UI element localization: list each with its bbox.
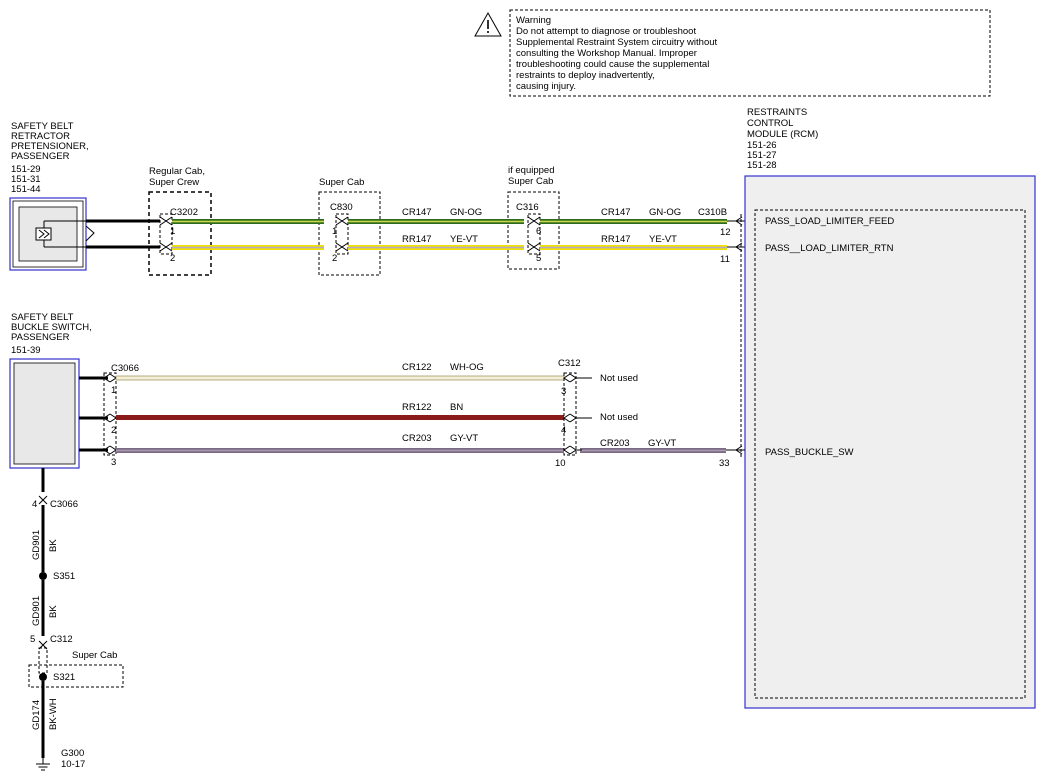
- connector-c830: Super Cab C830 1 2: [318, 177, 381, 276]
- wire-cr122-circuit: CR122: [402, 362, 432, 373]
- c310b-pin-11: 11: [720, 254, 730, 265]
- c830-note: Super Cab: [319, 177, 364, 188]
- squib-icon: [35, 227, 52, 241]
- buckle-switch-component: [9, 358, 80, 469]
- warning-line-4: consulting the Workshop Manual. Improper: [516, 48, 697, 59]
- wire-cr147-color-a: GN-OG: [450, 207, 482, 218]
- c316-note-2: Super Cab: [508, 176, 553, 187]
- c3202-note-1: Regular Cab,: [149, 166, 205, 177]
- wire-rr147-color-a: YE-VT: [450, 234, 478, 245]
- wire-cr122: CR122 WH-OG: [115, 362, 565, 381]
- wire-cr122-color: WH-OG: [450, 362, 484, 373]
- c310b-pin-12: 12: [720, 227, 731, 238]
- c316-pin-6: 6: [536, 226, 541, 237]
- rcm-name-1: RESTRAINTS: [747, 107, 807, 118]
- c3202-pin-2: 2: [170, 253, 175, 264]
- c830-label: C830: [330, 202, 353, 213]
- not-used-label-1: Not used: [600, 373, 638, 384]
- rcm-pin-33: 33: [719, 458, 730, 469]
- rcm-module: PASS_LOAD_LIMITER_FEED PASS__LOAD_LIMITE…: [744, 175, 1036, 709]
- c312-label: C312: [558, 358, 581, 369]
- c316-pin-5: 5: [536, 253, 541, 264]
- rcm-signal-load-limiter-feed: PASS_LOAD_LIMITER_FEED: [765, 216, 894, 227]
- warning-notice: Warning Do not attempt to diagnose or tr…: [474, 9, 991, 97]
- wire-gd901-circuit-a: GD901: [31, 530, 42, 560]
- splice-s321-label: S321: [53, 672, 75, 683]
- wire-rr147-circuit-a: RR147: [402, 234, 432, 245]
- c3202-note-2: Super Crew: [149, 177, 199, 188]
- connector-c316: if equipped Super Cab C316 6 5: [507, 165, 560, 270]
- splice-s351-label: S351: [53, 571, 75, 582]
- wire-cr203-circuit-a: CR203: [402, 433, 432, 444]
- ground-ref: 10-17: [61, 759, 85, 770]
- c316-note-1: if equipped: [508, 165, 554, 176]
- warning-line-1: Warning: [516, 15, 551, 26]
- wire-cr147-color-b: GN-OG: [649, 207, 681, 218]
- c3202-pin-1: 1: [170, 226, 175, 237]
- wire-gd901-color-b: BK: [48, 605, 59, 618]
- rcm-ref-3: 151-28: [747, 160, 777, 171]
- c3066-pin-3: 3: [111, 457, 116, 468]
- c312-ground-label: C312: [50, 634, 73, 645]
- wire-cr147: CR147 GN-OG CR147 GN-OG: [172, 207, 727, 224]
- c310b-label: C310B: [698, 207, 727, 218]
- c3066-label: C3066: [111, 363, 139, 374]
- wire-rr122-color: BN: [450, 402, 463, 413]
- wire-cr203-color-b: GY-VT: [648, 438, 676, 449]
- buckle-switch-label: SAFETY BELT BUCKLE SWITCH, PASSENGER 151…: [11, 312, 92, 356]
- c3066-pin-1: 1: [111, 385, 116, 396]
- retractor-name-4: PASSENGER: [11, 151, 70, 162]
- warning-line-3: Supplemental Restraint System circuitry …: [516, 37, 718, 48]
- splice-s321-dot: [39, 673, 47, 681]
- ground-circuit: 4 C3066 GD901 BK S351 GD901 BK 5 C312 Su…: [28, 468, 124, 771]
- splice-s321-note: Super Cab: [72, 650, 117, 661]
- warning-line-5: troubleshooting could cause the suppleme…: [516, 59, 709, 70]
- c3066-ground-label: C3066: [50, 499, 78, 510]
- wire-cr147-circuit-a: CR147: [402, 207, 432, 218]
- retractor-ref-3: 151-44: [11, 184, 41, 195]
- wire-cr147-circuit-b: CR147: [601, 207, 631, 218]
- wire-gd174-circuit: GD174: [31, 700, 42, 730]
- rcm-label: RESTRAINTS CONTROL MODULE (RCM) 151-26 1…: [747, 107, 818, 171]
- wire-rr147-color-b: YE-VT: [649, 234, 677, 245]
- c312-pin-3: 3: [561, 386, 566, 397]
- wire-rr122: RR122 BN: [116, 402, 564, 420]
- retractor-pretensioner-component: [9, 197, 95, 271]
- c3066-pin-2: 2: [111, 425, 116, 436]
- c3202-label: C3202: [170, 207, 198, 218]
- retractor-pretensioner-label: SAFETY BELT RETRACTOR PRETENSIONER, PASS…: [11, 121, 89, 195]
- wire-gd174-color: BK-WH: [48, 698, 59, 730]
- wire-cr203-circuit-b: CR203: [600, 438, 630, 449]
- wire-rr122-circuit: RR122: [402, 402, 432, 413]
- warning-line-6: restraints to deploy inadvertently,: [516, 70, 655, 81]
- wire-gd901-color-a: BK: [48, 539, 59, 552]
- c830-pin-2: 2: [332, 253, 337, 264]
- ground-symbol-icon: [36, 758, 50, 771]
- not-used-label-2: Not used: [600, 412, 638, 423]
- connector-c310b: C310B 12 11: [698, 207, 745, 458]
- c830-pin-1: 1: [332, 226, 337, 237]
- wire-cr203-color-a: GY-VT: [450, 433, 478, 444]
- warning-triangle-icon: [474, 11, 502, 37]
- buckle-name-3: PASSENGER: [11, 332, 70, 343]
- rcm-name-3: MODULE (RCM): [747, 129, 818, 140]
- wire-cr203: CR203 GY-VT CR203 GY-VT: [116, 433, 726, 453]
- wire-rr147-circuit-b: RR147: [601, 234, 631, 245]
- wire-rr147: RR147 YE-VT RR147 YE-VT: [172, 234, 727, 250]
- rcm-signal-load-limiter-rtn: PASS__LOAD_LIMITER_RTN: [765, 243, 894, 254]
- warning-line-7: causing injury.: [516, 81, 576, 92]
- c316-label: C316: [516, 202, 539, 213]
- rcm-name-2: CONTROL: [747, 118, 793, 129]
- buckle-ref-1: 151-39: [11, 345, 41, 356]
- splice-s351-dot: [39, 572, 47, 580]
- c3066-ground-pin: 4: [32, 499, 37, 510]
- c312-pin-4: 4: [561, 425, 566, 436]
- c312-pin-10: 10: [555, 458, 566, 469]
- rcm-signal-buckle-sw: PASS_BUCKLE_SW: [765, 447, 854, 458]
- warning-line-2: Do not attempt to diagnose or troublesho…: [516, 26, 696, 37]
- ground-g300-label: G300: [61, 748, 84, 759]
- wire-gd901-circuit-b: GD901: [31, 596, 42, 626]
- wiring-diagram: Warning Do not attempt to diagnose or tr…: [9, 9, 1036, 771]
- c312-ground-pin: 5: [30, 634, 35, 645]
